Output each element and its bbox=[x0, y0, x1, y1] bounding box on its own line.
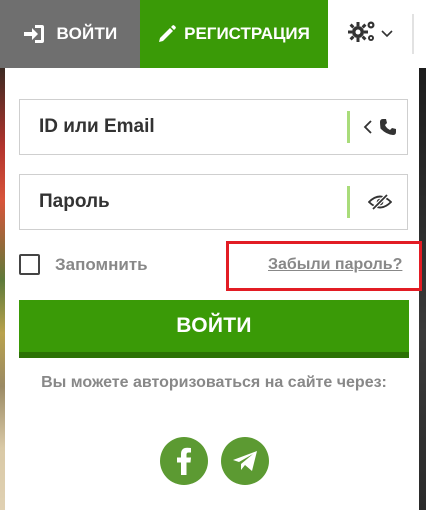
id-email-input[interactable] bbox=[20, 100, 340, 154]
remember-label: Запомнить bbox=[55, 254, 148, 274]
sign-in-icon bbox=[23, 24, 45, 44]
chevron-down-icon bbox=[381, 30, 393, 38]
register-label: РЕГИСТРАЦИЯ bbox=[184, 24, 310, 43]
telegram-icon bbox=[232, 450, 258, 472]
social-login-note: Вы можете авторизоваться на сайте через: bbox=[41, 374, 387, 391]
pencil-icon bbox=[158, 25, 176, 43]
facebook-icon bbox=[176, 447, 192, 475]
remember-checkbox[interactable] bbox=[19, 254, 40, 275]
highlight-box bbox=[226, 241, 422, 291]
login-tab-label: ВОЙТИ bbox=[56, 24, 118, 43]
eye-slash-icon[interactable] bbox=[368, 193, 392, 211]
remember-me[interactable]: Запомнить bbox=[19, 254, 148, 275]
login-panel: Запомнить Забыли пароль? ВОЙТИ Вы можете… bbox=[5, 68, 422, 510]
password-input[interactable] bbox=[20, 175, 340, 229]
telegram-login-button[interactable] bbox=[221, 437, 269, 485]
password-field bbox=[19, 174, 408, 230]
header-bar: ВОЙТИ РЕГИСТРАЦИЯ bbox=[0, 0, 426, 68]
login-tab-button[interactable]: ВОЙТИ bbox=[0, 0, 140, 68]
id-email-field bbox=[19, 99, 408, 155]
field-divider bbox=[347, 186, 350, 218]
gears-icon bbox=[348, 19, 378, 50]
submit-login-button[interactable]: ВОЙТИ bbox=[19, 300, 409, 358]
header-divider bbox=[412, 14, 414, 54]
register-button[interactable]: РЕГИСТРАЦИЯ bbox=[140, 0, 328, 68]
facebook-login-button[interactable] bbox=[160, 437, 208, 485]
password-field-actions bbox=[354, 175, 406, 229]
settings-menu-button[interactable] bbox=[328, 0, 413, 68]
chevron-left-icon[interactable] bbox=[363, 119, 373, 135]
field-divider bbox=[347, 111, 350, 143]
phone-icon[interactable] bbox=[379, 118, 397, 136]
id-field-actions bbox=[354, 100, 406, 154]
